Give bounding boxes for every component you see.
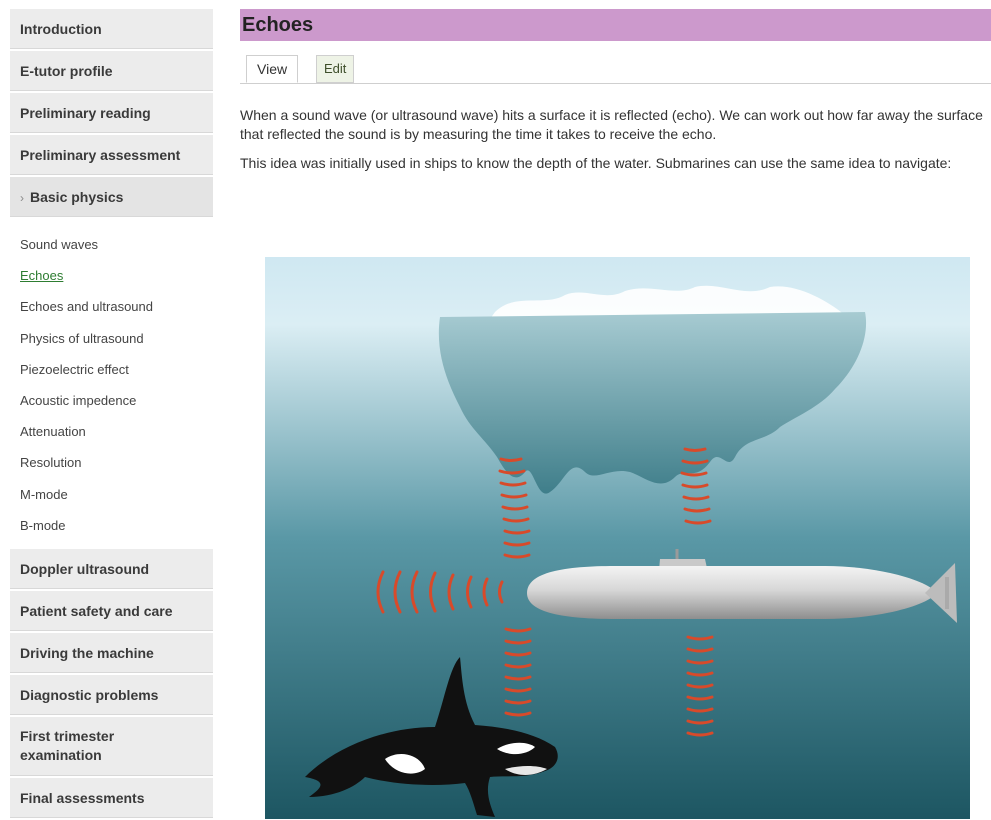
nav-doppler-ultrasound[interactable]: Doppler ultrasound xyxy=(10,548,213,589)
nav-introduction[interactable]: Introduction xyxy=(10,9,213,49)
paragraph-submarine-navigation: This idea was initially used in ships to… xyxy=(240,155,952,171)
nav-final-assessments[interactable]: Final assessments xyxy=(10,777,213,818)
nav-patient-safety-and-care[interactable]: Patient safety and care xyxy=(10,590,213,631)
nav-preliminary-reading[interactable]: Preliminary reading xyxy=(10,93,213,133)
nav-basic-physics-label: Basic physics xyxy=(30,189,124,205)
nav-preliminary-assessment[interactable]: Preliminary assessment xyxy=(10,135,213,175)
subnav-item-attenuation[interactable]: Attenuation xyxy=(10,416,213,447)
nav-first-trimester-line1: First trimester xyxy=(20,727,115,744)
paragraph-echo-definition: When a sound wave (or ultrasound wave) h… xyxy=(240,107,983,142)
article-body: When a sound wave (or ultrasound wave) h… xyxy=(240,106,991,173)
subnav-item-resolution[interactable]: Resolution xyxy=(10,447,213,478)
subnav-item-acoustic-impedence[interactable]: Acoustic impedence xyxy=(10,385,213,416)
nav-e-tutor-profile[interactable]: E-tutor profile xyxy=(10,51,213,91)
chevron-right-icon: › xyxy=(20,191,24,205)
submarine-echo-illustration xyxy=(265,257,970,819)
view-edit-tabs: View Edit xyxy=(240,55,991,84)
subnav-item-piezoelectric-effect[interactable]: Piezoelectric effect xyxy=(10,354,213,385)
nav-basic-physics[interactable]: › Basic physics xyxy=(10,177,213,217)
page-title: Echoes xyxy=(240,9,991,41)
subnav-item-b-mode[interactable]: B-mode xyxy=(10,510,213,541)
subnav-item-sound-waves[interactable]: Sound waves xyxy=(10,229,213,260)
nav-diagnostic-problems[interactable]: Diagnostic problems xyxy=(10,674,213,715)
nav-driving-the-machine[interactable]: Driving the machine xyxy=(10,632,213,673)
nav-first-trimester-examination[interactable]: First trimester examination xyxy=(10,716,213,776)
subnav-item-m-mode[interactable]: M-mode xyxy=(10,479,213,510)
subnav-item-physics-of-ultrasound[interactable]: Physics of ultrasound xyxy=(10,323,213,354)
subnav-item-echoes-and-ultrasound[interactable]: Echoes and ultrasound xyxy=(10,291,213,322)
main-content: Echoes View Edit When a sound wave (or u… xyxy=(240,9,991,819)
subnav-item-echoes[interactable]: Echoes xyxy=(10,260,213,291)
tab-view[interactable]: View xyxy=(246,55,299,83)
sidebar-nav: Introduction E-tutor profile Preliminary… xyxy=(10,9,213,820)
nav-first-trimester-line2: examination xyxy=(20,746,102,763)
basic-physics-subnav: Sound waves Echoes Echoes and ultrasound… xyxy=(10,219,213,549)
tab-edit[interactable]: Edit xyxy=(316,55,355,83)
